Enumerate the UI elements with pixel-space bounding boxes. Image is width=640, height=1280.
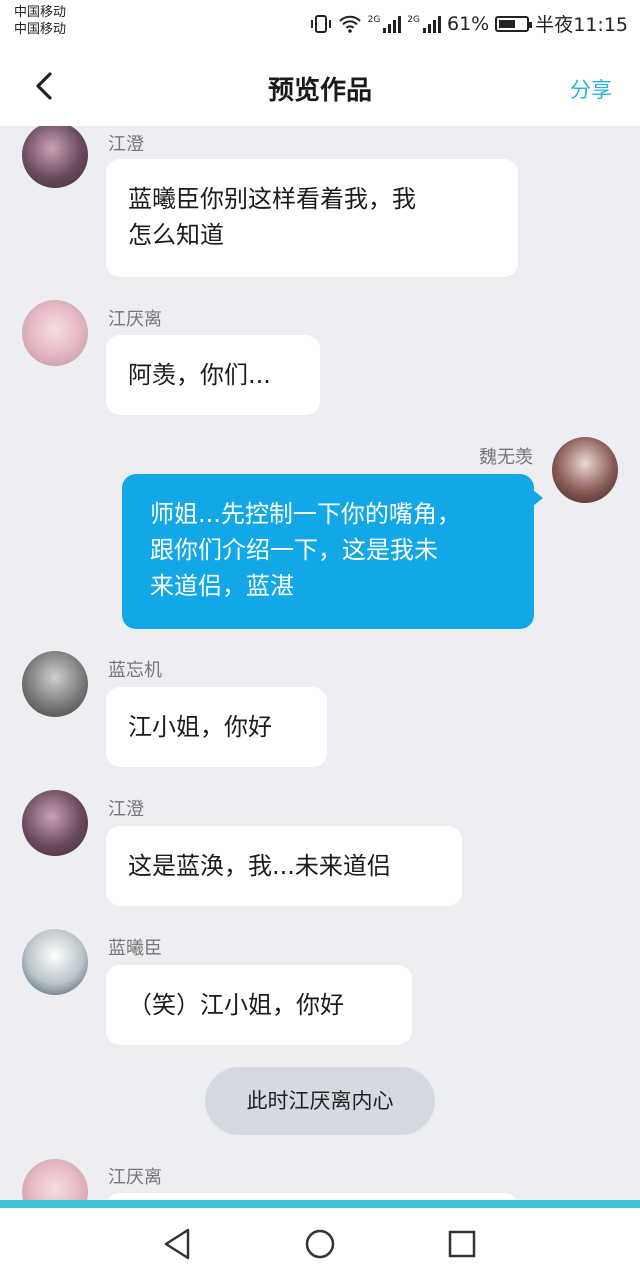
message-text: 师姐...先控制一下你的嘴角， bbox=[150, 500, 461, 528]
avatar[interactable] bbox=[22, 126, 88, 188]
sender-name: 江澄 bbox=[108, 134, 144, 155]
status-bar: 中国移动 中国移动 2G 2G 61% 半夜11:15 bbox=[0, 0, 640, 46]
carrier-info: 中国移动 中国移动 bbox=[14, 4, 66, 38]
signal-icon: 2G bbox=[368, 15, 402, 33]
chat-area[interactable]: 江澄 蓝曦臣你别这样看着我，我 怎么知道 江厌离 阿羡，你们... 魏无羡 师姐… bbox=[0, 126, 640, 1200]
message-bubble[interactable]: 江小姐，你好 bbox=[106, 687, 327, 767]
message-text: 江小姐，你好 bbox=[128, 713, 272, 741]
clock: 半夜11:15 bbox=[535, 14, 628, 36]
message-bubble[interactable]: （笑）江小姐，你好 bbox=[106, 965, 412, 1045]
message-text: 怎么知道 bbox=[128, 221, 224, 249]
page-title: 预览作品 bbox=[267, 76, 372, 106]
message-bubble[interactable] bbox=[106, 1193, 518, 1200]
avatar[interactable] bbox=[552, 437, 618, 503]
message-text: 跟你们介绍一下，这是我未 bbox=[150, 536, 438, 564]
sender-name: 江澄 bbox=[108, 799, 144, 820]
avatar[interactable] bbox=[22, 929, 88, 995]
nav-recent-icon[interactable] bbox=[442, 1224, 482, 1264]
message-bubble[interactable]: 蓝曦臣你别这样看着我，我 怎么知道 bbox=[106, 159, 518, 277]
nav-back-icon[interactable] bbox=[158, 1224, 198, 1264]
sender-name: 魏无羡 bbox=[479, 447, 533, 468]
share-button[interactable]: 分享 bbox=[570, 74, 612, 104]
vibrate-icon bbox=[310, 14, 331, 33]
network-type-1: 2G bbox=[367, 14, 381, 25]
nav-home-icon[interactable] bbox=[300, 1224, 340, 1264]
avatar[interactable] bbox=[22, 300, 88, 366]
status-icons: 2G 2G 61% 半夜11:15 bbox=[310, 10, 628, 37]
app-header: 预览作品 分享 bbox=[0, 46, 640, 126]
wifi-icon bbox=[338, 15, 361, 33]
message-text: 蓝曦臣你别这样看着我，我 bbox=[128, 185, 416, 213]
narration-bubble[interactable]: 此时江厌离内心 bbox=[205, 1067, 435, 1135]
sender-name: 蓝忘机 bbox=[108, 660, 162, 681]
message-bubble[interactable]: 阿羡，你们... bbox=[106, 335, 320, 415]
divider bbox=[0, 1200, 640, 1208]
avatar[interactable] bbox=[22, 1159, 88, 1200]
message-text: 来道侣，蓝湛 bbox=[150, 572, 294, 600]
message-bubble[interactable]: 师姐...先控制一下你的嘴角， 跟你们介绍一下，这是我未 来道侣，蓝湛 bbox=[122, 474, 543, 629]
sender-name: 江厌离 bbox=[108, 309, 162, 330]
carrier-2: 中国移动 bbox=[14, 22, 67, 37]
message-text: （笑）江小姐，你好 bbox=[128, 991, 344, 1019]
battery-level bbox=[499, 19, 516, 28]
battery-icon bbox=[495, 15, 533, 32]
battery-percent: 61% bbox=[447, 12, 490, 35]
sender-name: 蓝曦臣 bbox=[108, 938, 162, 959]
avatar[interactable] bbox=[22, 651, 88, 717]
avatar[interactable] bbox=[22, 790, 88, 856]
message-text: 阿羡，你们... bbox=[128, 361, 271, 389]
signal-icon-2: 2G bbox=[407, 15, 441, 33]
system-nav-bar bbox=[0, 1208, 640, 1280]
network-type-2: 2G bbox=[407, 14, 420, 25]
message-bubble[interactable]: 这是蓝涣，我...未来道侣 bbox=[106, 826, 462, 906]
sender-name: 江厌离 bbox=[108, 1167, 162, 1188]
message-text: 这是蓝涣，我...未来道侣 bbox=[128, 852, 391, 880]
carrier-1: 中国移动 bbox=[14, 5, 67, 20]
